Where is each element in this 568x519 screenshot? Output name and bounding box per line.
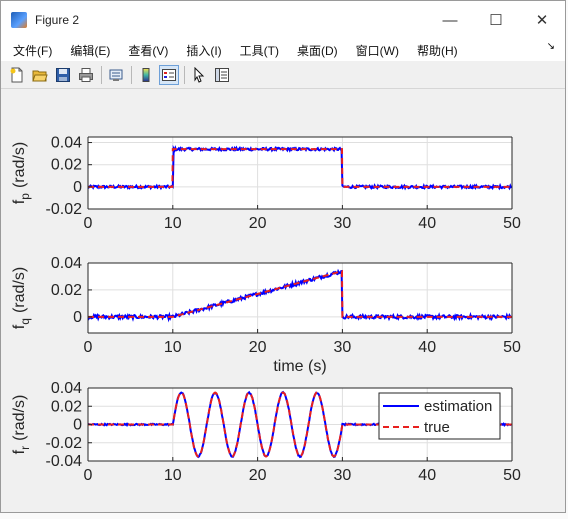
x-tick-label: 20 [249,467,267,484]
menu-tools[interactable]: 工具(T) [234,42,285,59]
maximize-button[interactable]: ☐ [473,1,519,39]
toolbar [1,61,565,89]
x-tick-label: 50 [503,467,521,484]
menu-view[interactable]: 查看(V) [122,42,174,59]
y-tick-label: -0.02 [46,201,83,218]
y-tick-label: 0.02 [51,157,82,174]
x-tick-label: 10 [164,339,182,356]
legend-label-estimation: estimation [424,398,492,415]
x-tick-label: 40 [418,467,436,484]
y-axis-label: fq(rad/s) [11,267,32,329]
figure-canvas: 0 10 20 30 40 50 -0.02 0 0.02 0.04 fp(rad/s) 0 10 20 3… [1,90,565,512]
legend-icon[interactable] [159,64,179,85]
property-inspector-icon[interactable] [212,65,232,85]
pointer-icon[interactable] [189,65,209,85]
window-title: Figure 2 [35,13,80,27]
y-tick-label: 0.04 [51,380,82,397]
toolbar-separator [131,65,132,84]
x-tick-label: 30 [334,467,352,484]
axes-3: 0 10 20 30 40 50 -0.04-0.020 0.020.04 fr(rad/s) e… [11,380,521,484]
x-tick-label: 0 [84,215,93,232]
y-tick-label: 0.04 [51,135,82,152]
link-plot-icon[interactable] [106,65,126,85]
x-tick-label: 30 [334,215,352,232]
colorbar-icon[interactable] [136,65,156,85]
x-tick-label: 10 [164,467,182,484]
matlab-icon [11,12,27,28]
plot-area [88,263,512,333]
y-axis-label: fp(rad/s) [11,142,32,204]
menu-edit[interactable]: 编辑(E) [64,42,116,59]
menu-overflow-icon[interactable]: ↘ [547,41,555,52]
menu-help[interactable]: 帮助(H) [411,42,464,59]
open-file-icon[interactable] [30,65,50,85]
y-tick-label: 0.02 [51,282,82,299]
menu-file[interactable]: 文件(F) [7,42,58,59]
x-tick-label: 30 [334,339,352,356]
menu-insert[interactable]: 插入(I) [180,42,227,59]
legend[interactable]: estimation true [378,392,501,440]
new-figure-icon[interactable] [7,65,27,85]
toolbar-separator [101,65,102,84]
x-tick-label: 20 [249,339,267,356]
y-tick-label: 0 [73,179,82,196]
title-bar[interactable]: Figure 2 — ☐ ✕ [1,1,565,39]
save-icon[interactable] [53,65,73,85]
toolbar-separator [184,65,185,84]
x-tick-label: 0 [84,467,93,484]
menu-window[interactable]: 窗口(W) [350,42,405,59]
y-tick-label: 0.04 [51,255,82,272]
x-tick-label: 0 [84,339,93,356]
axes-2: 0 10 20 30 40 50 0 0.02 0.04 fq(rad/s) time (s) [11,255,521,375]
x-tick-label: 40 [418,215,436,232]
legend-label-true: true [424,419,450,436]
y-tick-label: 0 [73,417,82,434]
x-tick-label: 10 [164,215,182,232]
x-tick-label: 20 [249,215,267,232]
y-tick-label: -0.02 [46,435,83,452]
x-tick-label: 50 [503,215,521,232]
x-tick-label: 50 [503,339,521,356]
y-tick-label: -0.04 [46,453,83,470]
x-axis-label: time (s) [273,358,326,375]
minimize-button[interactable]: — [427,1,473,39]
menu-desktop[interactable]: 桌面(D) [291,42,344,59]
x-tick-label: 40 [418,339,436,356]
y-axis-label: fr(rad/s) [11,395,32,455]
print-icon[interactable] [76,65,96,85]
figure-window: Figure 2 — ☐ ✕ 文件(F) 编辑(E) 查看(V) 插入(I) 工… [0,0,566,513]
y-tick-label: 0 [73,309,82,326]
axes-1: 0 10 20 30 40 50-0.0200.020.04fp(rad/s) [11,135,521,232]
menu-bar: 文件(F) 编辑(E) 查看(V) 插入(I) 工具(T) 桌面(D) 窗口(W… [1,39,565,61]
figure-svg: 0 10 20 30 40 50-0.0200.020.04fp(rad/s)0 10 20 3… [11,135,521,484]
close-button[interactable]: ✕ [519,1,565,39]
y-tick-label: 0.02 [51,398,82,415]
